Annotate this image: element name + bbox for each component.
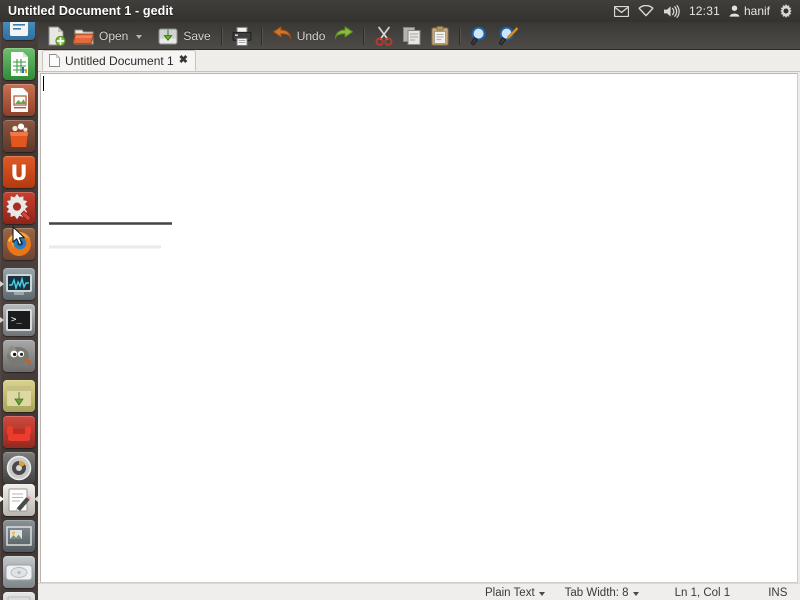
- toolbar-separator-2: [260, 26, 263, 45]
- open-folder-icon: [73, 29, 95, 44]
- redo-button[interactable]: [330, 23, 358, 49]
- clock-indicator[interactable]: 12:31: [689, 4, 720, 18]
- panel-indicator-area: 12:31 hanif: [613, 4, 800, 18]
- chevron-down-icon[interactable]: [538, 591, 545, 596]
- desktop-screen: Untitled Document 1 - gedit 12:31 hanif …: [0, 0, 800, 600]
- cursor-position: Ln 1, Col 1: [675, 587, 731, 599]
- language-label: Plain Text: [485, 586, 535, 599]
- render-artifact-light-band: [49, 245, 161, 249]
- launcher-item-system-settings[interactable]: [3, 192, 35, 224]
- language-selector[interactable]: Plain Text: [485, 587, 545, 599]
- toolbar-separator-1: [220, 26, 223, 45]
- copy-pages-icon: [403, 26, 421, 45]
- wifi-icon[interactable]: [638, 5, 654, 17]
- launcher-item-archive-manager[interactable]: [3, 380, 35, 412]
- redo-arrow-icon: [335, 25, 354, 39]
- text-caret: [43, 76, 44, 91]
- launcher-item-system-monitor[interactable]: [3, 268, 35, 300]
- running-indicator-terminal: [0, 317, 4, 323]
- copy-button[interactable]: [398, 23, 426, 49]
- status-badge[interactable]: INS: [768, 587, 787, 599]
- launcher-item-image-viewer[interactable]: [3, 520, 35, 552]
- gedit-tab-bar: Untitled Document 1 ✖: [38, 50, 800, 72]
- replace-button[interactable]: [494, 23, 522, 49]
- chevron-down-icon[interactable]: [136, 34, 143, 39]
- unity-launcher: U >_: [0, 22, 38, 600]
- save-disk-icon: [158, 28, 178, 44]
- launcher-item-ubuntu-software-center[interactable]: [3, 120, 35, 152]
- launcher-item-gedit-text-editor[interactable]: [3, 484, 35, 516]
- launcher-item-terminal[interactable]: >_: [3, 304, 35, 336]
- tab-width-label: Tab Width: 8: [564, 586, 629, 599]
- unity-top-panel: Untitled Document 1 - gedit 12:31 hanif: [0, 0, 800, 22]
- gear-icon[interactable]: [779, 4, 793, 18]
- launcher-item-libreoffice-calc[interactable]: [3, 48, 35, 80]
- new-document-icon: [48, 26, 66, 46]
- toolbar-separator-4: [459, 26, 462, 45]
- toolbar-separator-3: [363, 26, 366, 45]
- window-title: Untitled Document 1 - gedit: [8, 4, 174, 18]
- new-button[interactable]: [42, 23, 70, 49]
- gedit-toolbar: Open Save Undo: [38, 22, 800, 50]
- launcher-item-gimp[interactable]: [3, 340, 35, 372]
- printer-icon: [232, 26, 252, 46]
- tab-label: Untitled Document 1: [65, 53, 174, 68]
- undo-arrow-icon: [272, 25, 291, 39]
- save-button[interactable]: Save: [154, 23, 215, 49]
- open-button-label: Open: [99, 28, 129, 43]
- chevron-down-icon[interactable]: [632, 591, 639, 596]
- launcher-item-firefox[interactable]: [3, 228, 35, 260]
- clipboard-icon: [431, 25, 449, 45]
- editor-container: [38, 72, 800, 583]
- cut-button[interactable]: [370, 23, 398, 49]
- tab-untitled-document-1[interactable]: Untitled Document 1 ✖: [42, 50, 196, 71]
- find-button[interactable]: [466, 23, 494, 49]
- undo-button[interactable]: Undo: [268, 23, 331, 49]
- launcher-item-libreoffice-impress[interactable]: [3, 84, 35, 116]
- paste-button[interactable]: [426, 23, 454, 49]
- scissors-icon: [375, 26, 393, 46]
- focused-indicator-gedit: [34, 496, 38, 502]
- messaging-icon[interactable]: [613, 5, 629, 17]
- svg-text:U: U: [10, 161, 27, 185]
- tab-width-selector[interactable]: Tab Width: 8: [565, 587, 639, 599]
- session-user-name: hanif: [743, 4, 770, 18]
- gedit-status-bar: Plain Text Tab Width: 8 Ln 1, Col 1 INS: [38, 583, 800, 600]
- volume-icon[interactable]: [663, 4, 680, 18]
- launcher-item-ekiga-softphone[interactable]: [3, 416, 35, 448]
- gedit-window: Open Save Undo Untitled Document 1 ✖ Pla…: [38, 22, 800, 600]
- launcher-item-files-nautilus[interactable]: [3, 556, 35, 588]
- print-button[interactable]: [228, 23, 256, 49]
- launcher-item-ubuntu-one[interactable]: U: [3, 156, 35, 188]
- render-artifact-dark-line: [49, 222, 172, 225]
- close-icon[interactable]: ✖: [179, 55, 188, 66]
- text-editor-area[interactable]: [40, 73, 798, 583]
- document-icon: [49, 54, 60, 67]
- launcher-item-libreoffice-writer[interactable]: [3, 22, 35, 40]
- save-button-label: Save: [183, 28, 211, 43]
- running-indicator-gedit: [0, 496, 4, 502]
- open-button[interactable]: Open: [70, 23, 148, 49]
- running-indicator-system-monitor: [0, 281, 4, 287]
- session-user-indicator[interactable]: hanif: [729, 4, 770, 18]
- launcher-item-brasero-disc-burner[interactable]: [3, 452, 35, 484]
- cursor-position-label: Ln 1, Col 1: [674, 586, 731, 599]
- undo-button-label: Undo: [296, 28, 326, 43]
- launcher-item-trash[interactable]: [3, 592, 35, 600]
- magnifier-pencil-icon: [499, 26, 520, 46]
- magnifier-icon: [471, 26, 487, 46]
- user-icon: [729, 5, 740, 17]
- svg-text:>_: >_: [11, 315, 22, 325]
- insert-mode-label: INS: [768, 586, 788, 599]
